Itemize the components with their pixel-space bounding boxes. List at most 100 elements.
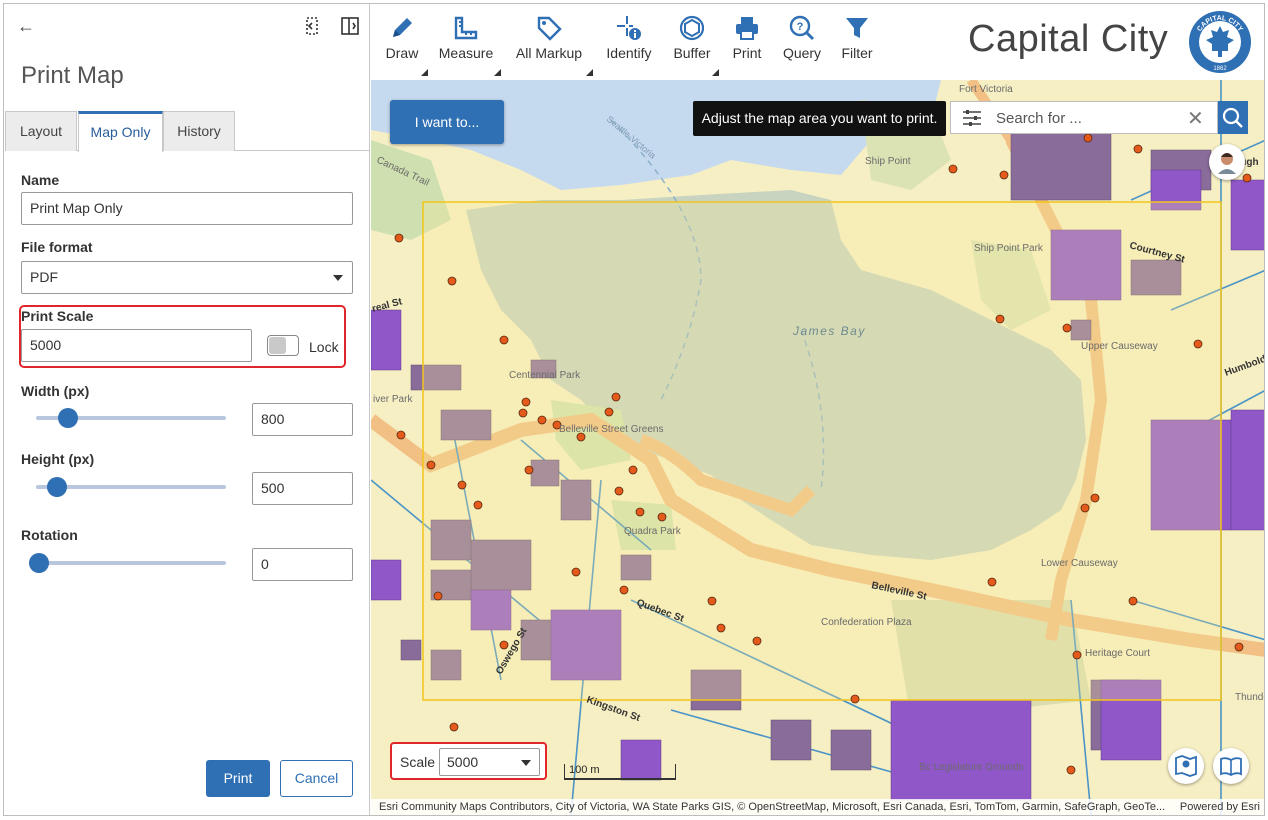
i-want-to-button[interactable]: I want to... <box>390 100 504 144</box>
tool-label: Buffer <box>673 45 711 61</box>
toolbar: Draw Measure All Markup Identify Buffer … <box>371 4 1264 80</box>
rotation-slider[interactable] <box>29 553 226 573</box>
dropdown-corner-icon <box>494 69 501 76</box>
search-bar[interactable]: Search for ... ✕ <box>950 101 1218 134</box>
name-field[interactable]: Print Map Only <box>21 192 353 225</box>
label-lower-causeway: Lower Causeway <box>1041 558 1118 569</box>
app-title: Capital City <box>968 18 1169 60</box>
buffer-tool[interactable]: Buffer <box>669 14 719 76</box>
identify-icon <box>617 16 641 40</box>
print-area-tooltip: Adjust the map area you want to print. <box>693 101 946 136</box>
tab-layout[interactable]: Layout <box>5 111 77 151</box>
height-label: Height (px) <box>21 451 95 467</box>
print-button[interactable]: Print <box>206 760 270 797</box>
back-arrow-icon[interactable]: ← <box>14 14 38 38</box>
app-window: ← Print Map Layout Map Only History Name… <box>3 3 1265 816</box>
measure-tool[interactable]: Measure <box>435 14 501 76</box>
book-icon <box>1220 757 1242 777</box>
file-format-label: File format <box>21 239 93 255</box>
print-scale-label: Print Scale <box>21 308 94 324</box>
tag-icon <box>537 16 562 41</box>
rotation-label: Rotation <box>21 527 78 543</box>
scale-value: 5000 <box>447 754 479 770</box>
print-tool[interactable]: Print <box>727 14 767 70</box>
tool-label: Print <box>732 45 762 61</box>
lock-toggle[interactable] <box>267 335 299 356</box>
label-heritage-court: Heritage Court <box>1085 648 1150 659</box>
dropdown-corner-icon <box>586 69 593 76</box>
city-seal-logo: CAPITAL CITY 1862 <box>1189 11 1251 73</box>
label-belleville-greens: Belleville Street Greens <box>559 424 664 435</box>
identify-tool[interactable]: Identify <box>601 14 657 70</box>
width-slider-thumb[interactable] <box>58 408 78 428</box>
search-icon <box>1222 107 1243 128</box>
file-format-value: PDF <box>30 269 58 285</box>
rotation-input[interactable]: 0 <box>252 548 353 581</box>
name-label: Name <box>21 172 60 188</box>
tab-history[interactable]: History <box>163 111 235 151</box>
search-filter-icon[interactable] <box>963 110 981 126</box>
label-upper-causeway: Upper Causeway <box>1081 341 1158 352</box>
rotation-slider-thumb[interactable] <box>29 553 49 573</box>
tool-label: Measure <box>438 45 494 61</box>
print-panel: ← Print Map Layout Map Only History Name… <box>4 4 370 815</box>
filter-icon <box>846 18 868 38</box>
scale-label: Scale <box>400 754 436 770</box>
dock-panel-icon[interactable] <box>338 14 362 38</box>
powered-by-link[interactable]: Powered by Esri <box>1180 799 1260 815</box>
buffer-icon <box>679 15 705 41</box>
label-river-park: iver Park <box>373 394 413 405</box>
chevron-down-icon <box>521 760 531 766</box>
lock-label: Lock <box>309 339 339 355</box>
filter-tool[interactable]: Filter <box>837 14 877 70</box>
basemap: James Bay Centennial Park Belleville Str… <box>371 80 1264 815</box>
height-input[interactable]: 500 <box>252 472 353 505</box>
label-james-bay: James Bay <box>792 324 866 338</box>
search-input[interactable]: Search for ... <box>996 110 1082 127</box>
query-tool[interactable]: ? Query <box>778 14 826 70</box>
layers-button[interactable] <box>1168 748 1204 784</box>
tool-label: Query <box>782 45 822 61</box>
scale-selector-highlight: Scale 5000 <box>390 742 547 780</box>
tab-bar: Layout Map Only History <box>5 111 370 152</box>
pencil-icon <box>393 18 412 37</box>
search-button[interactable] <box>1218 101 1248 134</box>
tool-label: Identify <box>606 45 652 61</box>
label-bc-legislature: Bc Legislature Grounds <box>919 762 1024 773</box>
dropdown-corner-icon <box>712 69 719 76</box>
panel-header: ← <box>4 4 370 48</box>
all-markup-tool[interactable]: All Markup <box>511 14 593 76</box>
label-quadra-park: Quadra Park <box>624 526 682 537</box>
tab-map-only[interactable]: Map Only <box>78 111 163 152</box>
chevron-down-icon <box>333 275 343 281</box>
width-slider[interactable] <box>36 408 226 428</box>
file-format-select[interactable]: PDF <box>21 261 353 294</box>
logo-year: 1862 <box>1213 66 1227 72</box>
width-input[interactable]: 800 <box>252 403 353 436</box>
scale-select[interactable]: 5000 <box>439 748 540 776</box>
label-centennial-park: Centennial Park <box>509 370 581 381</box>
label-confederation-plaza: Confederation Plaza <box>821 617 912 628</box>
bookmarks-button[interactable] <box>1213 748 1249 784</box>
attribution-text: Esri Community Maps Contributors, City o… <box>379 801 1166 813</box>
user-avatar-icon <box>1218 153 1236 174</box>
print-scale-input[interactable]: 5000 <box>21 329 252 362</box>
cancel-button[interactable]: Cancel <box>280 760 353 797</box>
clear-search-icon[interactable]: ✕ <box>1187 106 1204 131</box>
query-icon: ? <box>789 15 815 41</box>
label-ship-point: Ship Point <box>865 156 911 167</box>
label-fort-victoria: Fort Victoria <box>959 84 1013 95</box>
ruler-icon <box>454 16 478 40</box>
height-slider-thumb[interactable] <box>47 477 67 497</box>
scalebar: 100 m <box>564 764 676 780</box>
user-avatar[interactable] <box>1209 144 1245 180</box>
collapse-panel-icon[interactable] <box>300 14 324 38</box>
map-view[interactable]: James Bay Centennial Park Belleville Str… <box>371 80 1264 815</box>
toggle-knob <box>269 337 286 354</box>
printer-icon <box>736 17 758 40</box>
label-ship-point-park: Ship Point Park <box>974 243 1044 254</box>
draw-tool[interactable]: Draw <box>382 14 428 76</box>
tool-label: All Markup <box>515 45 583 61</box>
tool-label: Filter <box>841 45 873 61</box>
height-slider[interactable] <box>36 477 226 497</box>
